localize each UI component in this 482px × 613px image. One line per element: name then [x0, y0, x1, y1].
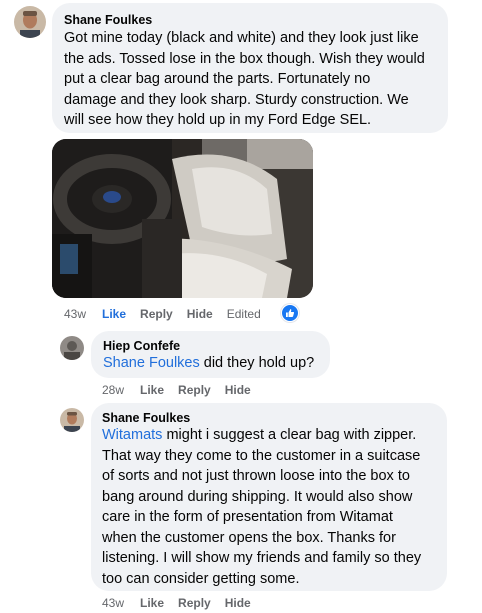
comment-actions: 43w Like Reply Hide Edited	[64, 307, 261, 321]
avatar[interactable]	[14, 6, 46, 38]
hide-button[interactable]: Hide	[187, 307, 213, 321]
comment-bubble: Hiep Confefe Shane Foulkes did they hold…	[91, 331, 330, 378]
reply-button[interactable]: Reply	[178, 383, 211, 397]
hide-button[interactable]: Hide	[225, 596, 251, 610]
comment-author[interactable]: Shane Foulkes	[64, 13, 436, 27]
avatar[interactable]	[60, 408, 84, 432]
hide-button[interactable]: Hide	[225, 383, 251, 397]
mention-link[interactable]: Shane Foulkes	[103, 355, 200, 371]
avatar[interactable]	[60, 336, 84, 360]
comment-author[interactable]: Shane Foulkes	[102, 411, 436, 425]
comment-bubble: Shane Foulkes Got mine today (black and …	[52, 3, 448, 133]
like-reaction-icon[interactable]	[281, 304, 299, 322]
comment-photo[interactable]	[52, 139, 313, 298]
comment-time[interactable]: 28w	[102, 383, 124, 397]
comment-text: Shane Foulkes did they hold up?	[103, 355, 315, 371]
like-button[interactable]: Like	[140, 596, 164, 610]
like-button[interactable]: Like	[140, 383, 164, 397]
mention-link[interactable]: Witamats	[102, 427, 162, 443]
like-button[interactable]: Like	[102, 307, 126, 321]
comment-author[interactable]: Hiep Confefe	[103, 339, 318, 353]
comment-bubble: Shane Foulkes Witamats might i suggest a…	[91, 403, 447, 591]
reply-button[interactable]: Reply	[178, 596, 211, 610]
comment-time[interactable]: 43w	[64, 307, 86, 321]
comment-actions: 43w Like Reply Hide	[102, 596, 251, 610]
comment-actions: 28w Like Reply Hide	[102, 383, 251, 397]
comment-time[interactable]: 43w	[102, 596, 124, 610]
reply-button[interactable]: Reply	[140, 307, 173, 321]
comment-text: Witamats might i suggest a clear bag wit…	[102, 427, 422, 587]
edited-label: Edited	[226, 307, 261, 321]
comment-text: Got mine today (black and white) and the…	[64, 30, 425, 128]
